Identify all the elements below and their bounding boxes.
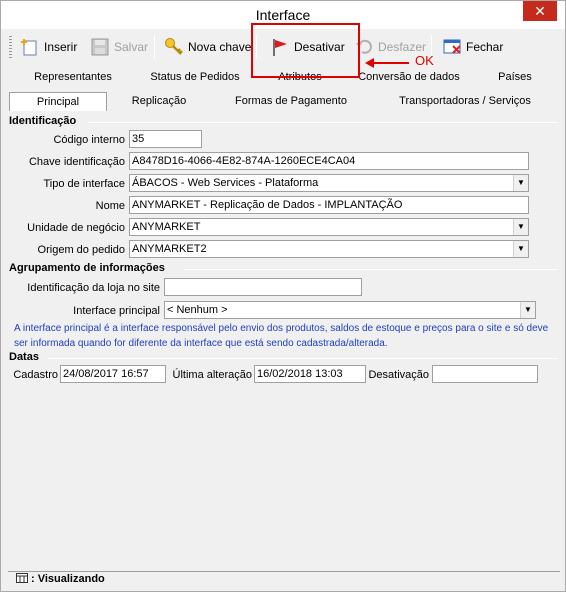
close-button[interactable]: Fechar — [440, 35, 505, 59]
codigo-interno-field[interactable]: 35 — [129, 130, 202, 148]
interface-principal-info: A interface principal é a interface resp… — [14, 323, 549, 349]
interface-principal-select[interactable]: < Nenhum > ▼ — [164, 301, 536, 319]
insert-button[interactable]: Inserir — [18, 35, 79, 59]
chave-label: Chave identificação — [28, 156, 125, 168]
nome-label: Nome — [95, 200, 125, 212]
undo-label: Desfazer — [378, 40, 427, 54]
annotation-arrow-icon — [365, 58, 409, 68]
origem-label: Origem do pedido — [37, 244, 125, 256]
interface-window: Interface ✕ Inserir Salvar Nova chave De… — [0, 0, 566, 592]
section-divider — [184, 269, 558, 270]
nome-field[interactable]: ANYMARKET - Replicação de Dados - IMPLAN… — [129, 196, 529, 214]
status-text: : Visualizando — [31, 573, 105, 585]
tipo-interface-select[interactable]: ÁBACOS - Web Services - Plataforma ▼ — [129, 174, 529, 192]
save-button[interactable]: Salvar — [88, 35, 150, 59]
tab-paises[interactable]: Países — [471, 68, 559, 88]
dropdown-arrow-icon[interactable]: ▼ — [513, 241, 528, 257]
tab-row-bottom: Principal Replicação Formas de Pagamento… — [9, 92, 559, 112]
toolbar-separator — [154, 35, 155, 59]
annotation-highlight-box — [251, 23, 360, 78]
tab-transportadoras-servicos[interactable]: Transportadoras / Serviços — [371, 92, 559, 112]
insert-label: Inserir — [44, 40, 78, 54]
annotation-ok-text: OK — [415, 53, 434, 68]
tipo-label: Tipo de interface — [43, 178, 125, 190]
tipo-interface-value: ÁBACOS - Web Services - Plataforma — [132, 177, 319, 189]
close-document-icon — [442, 37, 462, 57]
status-bar: : Visualizando — [8, 571, 560, 587]
cadastro-field[interactable]: 24/08/2017 16:57 — [60, 365, 166, 383]
floppy-disk-icon — [90, 37, 110, 57]
principal-panel: Identificação Código interno 35 Chave id… — [8, 111, 560, 566]
dropdown-arrow-icon[interactable]: ▼ — [520, 302, 535, 318]
origem-pedido-select[interactable]: ANYMARKET2 ▼ — [129, 240, 529, 258]
cadastro-label: Cadastro — [13, 369, 58, 381]
unidade-negocio-value: ANYMARKET — [132, 221, 201, 233]
dropdown-arrow-icon[interactable]: ▼ — [513, 219, 528, 235]
section-divider — [48, 358, 558, 359]
new-key-label: Nova chave — [188, 40, 252, 54]
chave-identificacao-field[interactable]: A8478D16-4066-4E82-874A-1260ECE4CA04 — [129, 152, 529, 170]
dropdown-arrow-icon[interactable]: ▼ — [513, 175, 528, 191]
section-identificacao: Identificação — [9, 115, 77, 127]
close-window-button[interactable]: ✕ — [523, 1, 557, 21]
key-icon — [164, 37, 184, 57]
section-agrupamento: Agrupamento de informações — [9, 262, 165, 274]
view-icon — [16, 573, 28, 583]
interface-principal-label: Interface principal — [73, 305, 160, 317]
unidade-label: Unidade de negócio — [27, 222, 125, 234]
window-title: Interface — [255, 7, 311, 23]
desativacao-field[interactable] — [432, 365, 538, 383]
unidade-negocio-select[interactable]: ANYMARKET ▼ — [129, 218, 529, 236]
tab-principal[interactable]: Principal — [9, 92, 107, 112]
new-key-button[interactable]: Nova chave — [162, 35, 253, 59]
identificacao-loja-field[interactable] — [164, 278, 362, 296]
section-datas: Datas — [9, 351, 39, 363]
codigo-label: Código interno — [53, 134, 125, 146]
toolbar-grip[interactable] — [9, 36, 12, 58]
origem-pedido-value: ANYMARKET2 — [132, 243, 207, 255]
section-divider — [88, 122, 558, 123]
desativacao-label: Desativação — [368, 369, 429, 381]
tab-representantes[interactable]: Representantes — [9, 68, 137, 88]
close-label: Fechar — [466, 40, 504, 54]
ultima-alteracao-field[interactable]: 16/02/2018 13:03 — [254, 365, 366, 383]
tab-status-de-pedidos[interactable]: Status de Pedidos — [137, 68, 253, 88]
loja-label: Identificação da loja no site — [27, 282, 160, 294]
insert-icon — [20, 37, 40, 57]
tab-formas-de-pagamento[interactable]: Formas de Pagamento — [211, 92, 371, 112]
ultima-alteracao-label: Última alteração — [172, 369, 252, 381]
tab-replicacao[interactable]: Replicação — [107, 92, 211, 112]
interface-principal-value: < Nenhum > — [167, 304, 228, 316]
save-label: Salvar — [114, 40, 149, 54]
tab-conversao-de-dados[interactable]: Conversão de dados — [347, 68, 471, 88]
